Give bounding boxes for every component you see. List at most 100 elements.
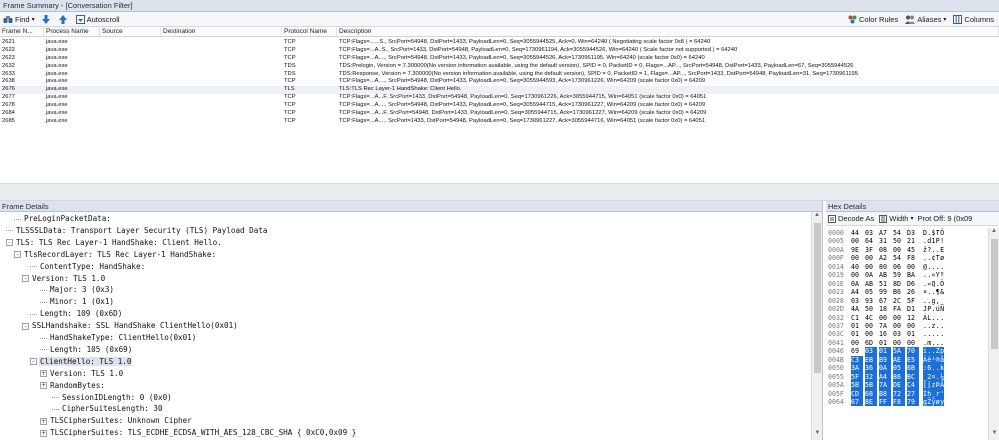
color-rules-button[interactable]: Color Rules [848, 15, 898, 24]
scroll-up-icon[interactable]: ▲ [989, 228, 999, 238]
hex-byte[interactable]: 32 [865, 372, 877, 382]
aliases-button[interactable]: Aliases ▾ [905, 15, 946, 24]
hex-byte[interactable]: 00 [865, 330, 877, 338]
tree-node[interactable]: - TLS: TLS Rec Layer-1 HandShake: Client … [0, 237, 811, 249]
hex-byte[interactable]: 6B [907, 364, 919, 373]
scroll-down-icon[interactable]: ▼ [812, 430, 823, 440]
hex-byte[interactable]: 26 [907, 288, 919, 296]
hex-byte[interactable]: B9 [879, 355, 891, 365]
hex-byte[interactable]: B6 [893, 288, 905, 296]
previous-frame-button[interactable] [58, 14, 69, 24]
hex-row[interactable]: 005F CD 68 B8 72 27 Íh¸r' [826, 389, 988, 398]
hex-row[interactable]: 0037 01 00 7A 00 00 ..z.. [826, 322, 988, 330]
hex-row[interactable]: 002D 4A 50 18 FA D1 JP.úÑ [826, 305, 988, 313]
table-row[interactable]: 2633 java.exe TDS TDS:Response, Version = 7… [0, 71, 999, 79]
tree-node[interactable]: + TLSCipherSuites: Unknown Cipher [0, 415, 811, 427]
hex-byte[interactable]: C4 [907, 381, 919, 390]
tree-node[interactable]: CipherSuitesLength: 30 [0, 403, 811, 415]
hex-byte[interactable]: 01 [851, 330, 863, 338]
hex-byte[interactable]: 06 [893, 263, 905, 271]
hex-byte[interactable]: BC [907, 372, 919, 382]
hex-view[interactable]: 0000 44 03 A7 54 D3 D.$TÓ 0005 00 64 31 50 21 .d1P! 00… [826, 228, 988, 440]
hex-byte[interactable]: FA [893, 305, 905, 313]
table-row[interactable]: 2632 java.exe TDS TDS:Prelogin, Version = 7… [0, 63, 999, 71]
hex-byte[interactable]: 72 [893, 389, 905, 398]
hex-byte[interactable]: AB [865, 280, 877, 288]
hex-byte[interactable]: AB [879, 271, 891, 279]
tree-node[interactable]: Length: 105 (0x69) [0, 344, 811, 356]
hex-byte[interactable]: 00 [851, 339, 863, 347]
hex-byte[interactable]: F8 [893, 398, 905, 407]
hex-byte[interactable]: 0A [865, 271, 877, 279]
hex-byte[interactable]: 70 [907, 347, 919, 356]
hex-byte[interactable]: 01 [879, 339, 891, 347]
tree-node[interactable]: Major: 3 (0x3) [0, 284, 811, 296]
frame-details-scrollbar[interactable]: ▲ ▼ [811, 212, 822, 440]
width-button[interactable]: Width ▾ [879, 214, 913, 223]
hex-byte[interactable]: 05 [893, 364, 905, 373]
hex-details-scrollbar[interactable]: ▲ ▼ [988, 228, 999, 440]
hex-row[interactable]: 0005 00 64 31 50 21 .d1P! [826, 237, 988, 245]
hex-byte[interactable]: 79 [907, 398, 919, 407]
hex-byte[interactable]: A2 [879, 254, 891, 262]
columns-button[interactable]: Columns [953, 14, 994, 24]
hex-byte[interactable]: 03 [865, 229, 877, 237]
hex-byte[interactable]: EB [865, 355, 877, 365]
scroll-down-icon[interactable]: ▼ [989, 430, 999, 440]
hex-byte[interactable]: 18 [879, 305, 891, 313]
hex-byte[interactable]: BA [907, 271, 919, 279]
hex-byte[interactable]: 01 [851, 322, 863, 330]
hex-byte[interactable]: 00 [907, 263, 919, 271]
hex-byte[interactable]: 69 [851, 347, 863, 355]
hex-row[interactable]: 001E 0A AB 51 8D D6 .«Q.Ö [826, 280, 988, 288]
hex-byte[interactable]: 54 [893, 254, 905, 262]
hex-byte[interactable]: 5F [851, 372, 863, 382]
hex-byte[interactable]: 44 [851, 229, 863, 237]
hex-byte[interactable]: 12 [907, 314, 919, 322]
collapse-icon[interactable]: - [22, 322, 29, 330]
hex-row[interactable]: 0050 3A 36 0A 05 6B:6..k [826, 364, 988, 373]
scroll-up-icon[interactable]: ▲ [812, 212, 822, 222]
hex-byte[interactable]: 8E [865, 398, 877, 407]
hex-byte[interactable]: 54 [893, 229, 905, 237]
hex-byte[interactable]: 45 [907, 246, 919, 254]
hex-row[interactable]: 0014 40 00 80 06 00 @.... [826, 263, 988, 271]
hex-byte[interactable]: 51 [879, 280, 891, 288]
hex-byte[interactable]: 03 [851, 297, 863, 305]
expand-icon[interactable]: + [40, 417, 47, 425]
hex-row[interactable]: 004B C3 EB B9 AE E5 Ãë¹®å [826, 355, 988, 365]
hex-byte[interactable]: 00 [879, 314, 891, 322]
hex-byte[interactable]: 27 [907, 389, 919, 398]
hex-byte[interactable]: B8 [879, 389, 891, 398]
next-frame-button[interactable] [41, 14, 52, 24]
hex-byte[interactable]: A7 [879, 229, 891, 237]
hex-byte[interactable]: 4A [851, 305, 863, 313]
hex-row[interactable]: 0041 00 6D 01 00 00 .m... [826, 339, 988, 347]
hex-row[interactable]: 003C 01 00 16 03 01..... [826, 330, 988, 338]
hex-byte[interactable]: 6D [865, 339, 877, 347]
table-row[interactable]: 2621 java.exe TCP TCP:Flags=......S., SrcPo… [0, 39, 999, 47]
tree-node[interactable]: SessionIDLength: 0 (0x0) [0, 392, 811, 404]
tree-node[interactable]: Length: 109 (0x6D) [0, 308, 811, 320]
tree-node[interactable]: PreLoginPacketData: [0, 213, 811, 225]
hex-row[interactable]: 000F 00 00 A2 54 F8 ..¢Tø [826, 254, 988, 262]
hex-byte[interactable]: 8D [893, 280, 905, 288]
hex-byte[interactable]: 59 [893, 271, 905, 279]
hex-byte[interactable]: 67 [851, 398, 863, 407]
hex-byte[interactable]: 50 [893, 237, 905, 245]
hex-byte[interactable]: 93 [865, 297, 877, 305]
hex-byte[interactable]: 67 [879, 297, 891, 305]
hex-byte[interactable]: 00 [851, 237, 863, 245]
table-row[interactable]: 2677 java.exe TCP TCP:Flags=...A...F, SrcPo… [0, 94, 999, 102]
hex-byte[interactable]: 00 [893, 322, 905, 330]
hex-byte[interactable]: C3 [851, 355, 863, 365]
hex-byte[interactable]: 31 [879, 237, 891, 245]
hex-byte[interactable]: 05 [865, 288, 877, 296]
hex-byte[interactable]: A4 [879, 372, 891, 382]
hex-byte[interactable]: FF [879, 398, 891, 407]
table-row[interactable]: 2622 java.exe TCP TCP:Flags=...A..S., SrcPo… [0, 47, 999, 55]
tree-node[interactable]: Minor: 1 (0x1) [0, 296, 811, 308]
hex-byte[interactable]: 01 [879, 347, 891, 356]
hex-byte[interactable]: 00 [865, 263, 877, 271]
table-row[interactable]: 2638 java.exe TCP TCP:Flags=...A...., SrcPo… [0, 78, 999, 86]
